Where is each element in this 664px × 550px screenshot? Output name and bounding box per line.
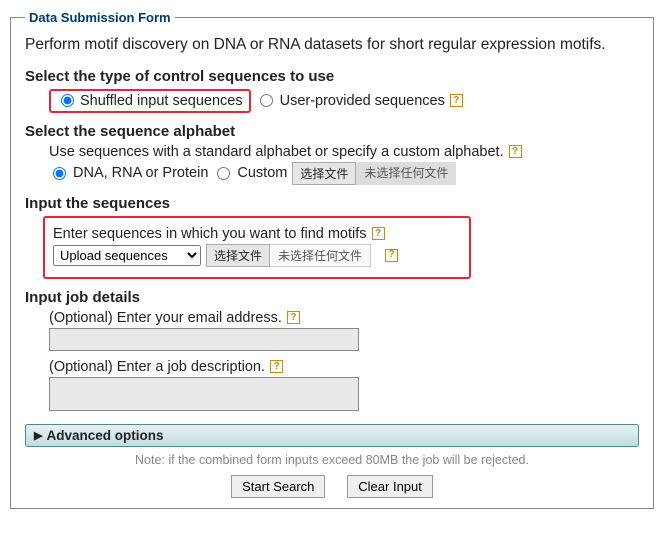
advanced-options-label: Advanced options (46, 428, 163, 443)
file-none-label: 未选择任何文件 (356, 162, 456, 185)
data-submission-form: Data Submission Form Perform motif disco… (10, 10, 654, 509)
desc-label: (Optional) Enter a job description. (49, 359, 265, 375)
size-note: Note: if the combined form inputs exceed… (25, 453, 639, 467)
email-field[interactable] (49, 328, 359, 351)
custom-file-input[interactable]: 选择文件 未选择任何文件 (292, 162, 456, 185)
alphabet-heading: Select the sequence alphabet (25, 123, 639, 140)
form-intro: Perform motif discovery on DNA or RNA da… (25, 35, 639, 56)
radio-shuffled[interactable] (61, 94, 74, 107)
clear-input-button[interactable]: Clear Input (347, 475, 433, 498)
help-icon[interactable]: ? (372, 227, 385, 240)
radio-alpha-custom[interactable] (217, 167, 230, 180)
alphabet-options-row: DNA, RNA or Protein Custom 选择文件 未选择任何文件 (49, 162, 639, 185)
file-none-label: 未选择任何文件 (270, 244, 371, 267)
job-description-field[interactable] (49, 377, 359, 411)
email-label-row: (Optional) Enter your email address. ? (49, 310, 639, 326)
email-label: (Optional) Enter your email address. (49, 310, 282, 326)
alphabet-subtext-row: Use sequences with a standard alphabet o… (49, 144, 639, 160)
sequences-prompt: Enter sequences in which you want to fin… (53, 226, 367, 242)
radio-userprovided-label: User-provided sequences (280, 93, 445, 109)
job-heading: Input job details (25, 289, 639, 306)
help-icon[interactable]: ? (270, 360, 283, 373)
radio-alpha-std-label: DNA, RNA or Protein (73, 165, 208, 181)
choose-file-button[interactable]: 选择文件 (206, 244, 270, 267)
control-heading: Select the type of control sequences to … (25, 68, 639, 85)
radio-alpha-custom-label: Custom (237, 165, 287, 181)
help-icon[interactable]: ? (509, 145, 522, 158)
radio-shuffled-label: Shuffled input sequences (80, 93, 243, 109)
button-row: Start Search Clear Input (25, 475, 639, 498)
radio-alpha-std[interactable] (53, 167, 66, 180)
advanced-options-toggle[interactable]: ▶ Advanced options (25, 424, 639, 447)
control-options-row: Shuffled input sequences User-provided s… (25, 89, 639, 113)
sequences-heading: Input the sequences (25, 195, 639, 212)
highlight-sequences: Enter sequences in which you want to fin… (43, 216, 471, 279)
help-icon[interactable]: ? (450, 94, 463, 107)
alphabet-subtext: Use sequences with a standard alphabet o… (49, 144, 504, 160)
help-icon[interactable]: ? (287, 311, 300, 324)
triangle-right-icon: ▶ (34, 429, 42, 442)
start-search-button[interactable]: Start Search (231, 475, 325, 498)
help-icon[interactable]: ? (385, 249, 398, 262)
desc-label-row: (Optional) Enter a job description. ? (49, 359, 639, 375)
sequences-input-row: Upload sequences 选择文件 未选择任何文件 ? (53, 244, 461, 267)
sequences-file-input[interactable]: 选择文件 未选择任何文件 (206, 244, 371, 267)
form-legend: Data Submission Form (25, 10, 175, 25)
sequences-prompt-row: Enter sequences in which you want to fin… (53, 226, 461, 242)
choose-file-button[interactable]: 选择文件 (292, 162, 356, 185)
radio-userprovided[interactable] (260, 94, 273, 107)
upload-mode-select[interactable]: Upload sequences (53, 245, 201, 266)
highlight-shuffled: Shuffled input sequences (49, 89, 251, 113)
